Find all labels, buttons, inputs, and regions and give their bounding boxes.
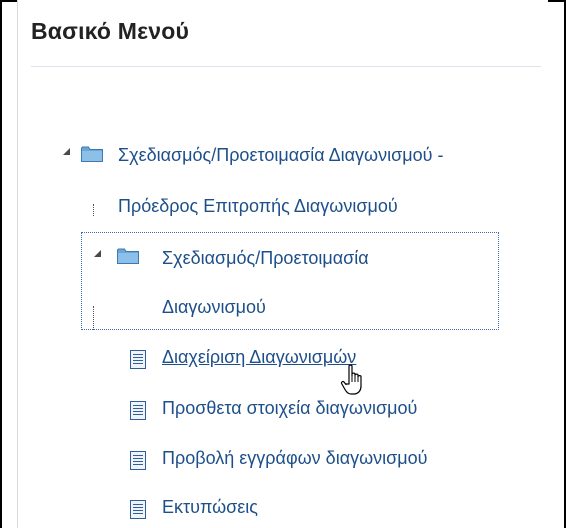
expand-triangle-icon[interactable] (63, 148, 70, 155)
menu-title: Βασικό Μενού (31, 18, 190, 44)
tree-node-root-line2[interactable]: Πρόεδρος Επιτροπής Διαγωνισμού (118, 196, 398, 217)
tree-node-child-line1[interactable]: Σχεδιασμός/Προετοιμασία (162, 248, 369, 269)
page-icon (130, 451, 146, 470)
expand-triangle-icon[interactable] (94, 250, 101, 257)
menu-item-printouts[interactable]: Εκτυπώσεις (162, 497, 258, 518)
focus-outline (81, 232, 499, 330)
menu-item-view-documents[interactable]: Προβολή εγγράφων διαγωνισμού (162, 448, 428, 469)
page-icon (130, 401, 146, 420)
folder-icon (117, 248, 139, 264)
folder-icon (81, 146, 103, 162)
tree-node-child-line2[interactable]: Διαγωνισμού (162, 297, 266, 318)
page-icon (130, 500, 146, 519)
title-divider (31, 66, 541, 67)
tree-connector (93, 204, 94, 216)
menu-item-manage-tenders[interactable]: Διαχείριση Διαγωνισμών (162, 347, 356, 368)
hand-cursor-icon (340, 364, 362, 395)
menu-item-additional-info[interactable]: Προσθετα στοιχεία διαγωνισμού (162, 398, 417, 419)
tree-node-root-line1[interactable]: Σχεδιασμός/Προετοιμασία Διαγωνισμού - (118, 145, 443, 166)
page-icon (130, 350, 146, 369)
tree-connector (93, 306, 94, 330)
